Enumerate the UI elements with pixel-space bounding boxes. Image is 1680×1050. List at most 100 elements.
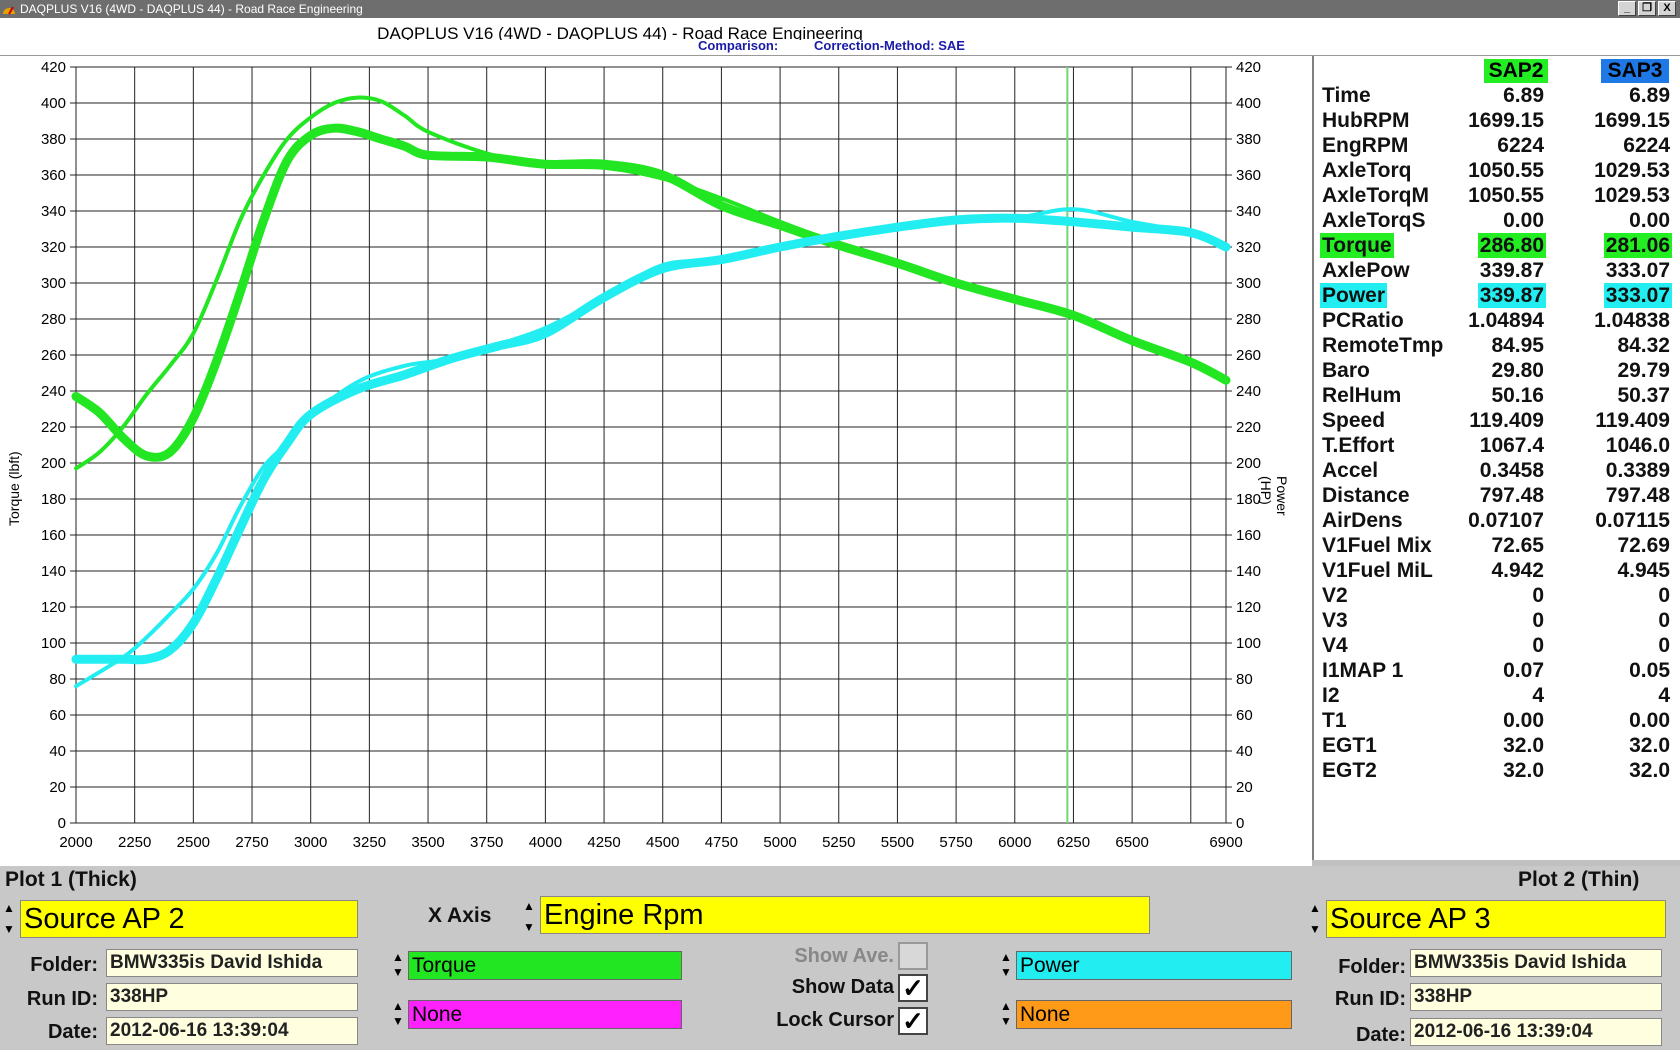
spin-down-icon[interactable]: ▼	[392, 965, 404, 980]
runid2-field[interactable]: 338HP	[1410, 983, 1662, 1011]
data-row: T1 0.00 0.00	[1318, 708, 1678, 733]
x-axis-spinner[interactable]: ▲ ▼	[520, 899, 538, 935]
y-tick-label-right: 120	[1236, 599, 1261, 616]
spin-up-icon[interactable]: ▲	[392, 950, 404, 965]
source1-select[interactable]: Source AP 2	[20, 900, 358, 938]
data-row-value-2: 333.07	[1603, 283, 1672, 308]
ch4-select[interactable]: None	[1016, 1000, 1292, 1029]
data-row-label: V3	[1322, 609, 1348, 632]
folder1-field[interactable]: BMW335is David Ishida	[106, 949, 358, 977]
spin-up-icon[interactable]: ▲	[3, 901, 15, 916]
data-row-value-1: 1699.15	[1468, 109, 1544, 132]
col2-header: SAP3	[1601, 59, 1669, 83]
ch2-select[interactable]: None	[408, 1000, 682, 1029]
x-tick-label: 5000	[763, 834, 796, 851]
close-button[interactable]: X	[1658, 1, 1676, 16]
data-row: AirDens 0.07107 0.07115	[1318, 508, 1678, 533]
spin-up-icon[interactable]: ▲	[1309, 901, 1321, 916]
data-row-value-1: 339.87	[1479, 259, 1544, 282]
date1-field[interactable]: 2012-06-16 13:39:04	[106, 1017, 358, 1045]
data-row-value-1: 797.48	[1479, 484, 1544, 507]
data-row-label: V1Fuel Mix	[1322, 534, 1432, 557]
data-row-value-1: 286.80	[1477, 233, 1546, 258]
data-row-label: AxlePow	[1322, 259, 1410, 282]
power-series-thick	[71, 213, 1231, 665]
data-row-value-1: 0	[1532, 634, 1544, 657]
y-tick-label-right: 60	[1236, 707, 1253, 724]
spin-down-icon[interactable]: ▼	[392, 1014, 404, 1029]
x-axis-select[interactable]: Engine Rpm	[540, 896, 1150, 934]
show-data-checkbox[interactable]: ✓	[898, 974, 928, 1002]
spin-down-icon[interactable]: ▼	[1309, 922, 1321, 937]
source1-spinner[interactable]: ▲ ▼	[0, 901, 18, 937]
data-row-value-1: 1050.55	[1468, 184, 1544, 207]
spin-up-icon[interactable]: ▲	[1000, 950, 1012, 965]
data-row-value-2: 797.48	[1605, 484, 1670, 507]
y-tick-label-left: 300	[41, 275, 66, 292]
data-row-label: T1	[1322, 709, 1347, 732]
ch2-spinner[interactable]: ▲ ▼	[389, 999, 407, 1029]
spin-down-icon[interactable]: ▼	[523, 920, 535, 935]
y-tick-label-left: 200	[41, 455, 66, 472]
ch1-spinner[interactable]: ▲ ▼	[389, 950, 407, 980]
data-row-label: Distance	[1322, 484, 1410, 507]
dyno-chart[interactable]: 2000 2250 2500 2750 3000 3250 3500 3750 4000 4250…	[0, 56, 1312, 866]
spin-down-icon[interactable]: ▼	[1000, 965, 1012, 980]
y-tick-label-left: 120	[41, 599, 66, 616]
spin-down-icon[interactable]: ▼	[3, 922, 15, 937]
ch4-spinner[interactable]: ▲ ▼	[997, 999, 1015, 1029]
window-titlebar: DAQPLUS V16 (4WD - DAQPLUS 44) - Road Ra…	[0, 0, 1680, 18]
data-row-value-2: 0.05	[1629, 659, 1670, 682]
show-ave-checkbox[interactable]	[898, 942, 928, 970]
data-row: PCRatio 1.04894 1.04838	[1318, 308, 1678, 333]
y-tick-label-left: 20	[49, 779, 66, 796]
app-title: DAQPLUS V16 (4WD - DAQPLUS 44) - Road Ra…	[377, 24, 863, 40]
data-row: AxleTorq 1050.55 1029.53	[1318, 158, 1678, 183]
data-row: AxlePow 339.87 333.07	[1318, 258, 1678, 283]
y-tick-label-left: 220	[41, 419, 66, 436]
data-row-value-2: 1699.15	[1594, 109, 1670, 132]
folder2-field[interactable]: BMW335is David Ishida	[1410, 949, 1662, 977]
runid1-field[interactable]: 338HP	[106, 983, 358, 1011]
folder2-label: Folder:	[1338, 956, 1406, 978]
data-row-label: PCRatio	[1322, 309, 1404, 332]
data-row: V3 0 0	[1318, 608, 1678, 633]
data-row-value-2: 281.06	[1603, 233, 1672, 258]
chart-svg[interactable]: 2000 2250 2500 2750 3000 3250 3500 3750 4000 4250…	[0, 56, 1312, 866]
source2-spinner[interactable]: ▲ ▼	[1306, 901, 1324, 937]
date2-field[interactable]: 2012-06-16 13:39:04	[1410, 1018, 1662, 1046]
data-row-value-2: 119.409	[1595, 409, 1670, 432]
spin-up-icon[interactable]: ▲	[1000, 999, 1012, 1014]
y-tick-label-left: 380	[41, 131, 66, 148]
data-row: V1Fuel Mix 72.65 72.69	[1318, 533, 1678, 558]
source2-select[interactable]: Source AP 3	[1326, 900, 1666, 938]
data-row: AxleTorqS 0.00 0.00	[1318, 208, 1678, 233]
data-row: Time 6.89 6.89	[1318, 83, 1678, 108]
runid2-label: Run ID:	[1334, 988, 1406, 1010]
data-row-label: T.Effort	[1322, 434, 1395, 457]
y-tick-label-left: 180	[41, 491, 66, 508]
data-row-value-1: 0	[1532, 609, 1544, 632]
data-row-value-2: 32.0	[1629, 759, 1670, 782]
minimize-button[interactable]: _	[1618, 1, 1636, 16]
x-axis-label: X Axis	[428, 904, 492, 927]
y-tick-label-left: 420	[41, 59, 66, 76]
data-row-label: EngRPM	[1322, 134, 1409, 157]
y-tick-label-right: 20	[1236, 779, 1253, 796]
spin-up-icon[interactable]: ▲	[392, 999, 404, 1014]
ch3-spinner[interactable]: ▲ ▼	[997, 950, 1015, 980]
ch1-select[interactable]: Torque	[408, 951, 682, 980]
spin-down-icon[interactable]: ▼	[1000, 1014, 1012, 1029]
app-header: DAQPLUS V16 (4WD - DAQPLUS 44) - Road Ra…	[0, 18, 1680, 56]
ch3-select[interactable]: Power	[1016, 951, 1292, 980]
spin-up-icon[interactable]: ▲	[523, 899, 535, 914]
show-data-label: Show Data	[791, 976, 894, 998]
lock-cursor-checkbox[interactable]: ✓	[898, 1007, 928, 1035]
data-row-value-1: 4	[1532, 684, 1544, 707]
correction-method: Correction-Method: SAE	[814, 38, 965, 53]
data-row-label: EGT2	[1322, 759, 1377, 782]
y-tick-label-left: 260	[41, 347, 66, 364]
maximize-button[interactable]: ❐	[1638, 1, 1656, 16]
data-row-label: Torque	[1320, 233, 1394, 258]
x-tick-label: 5500	[881, 834, 914, 851]
